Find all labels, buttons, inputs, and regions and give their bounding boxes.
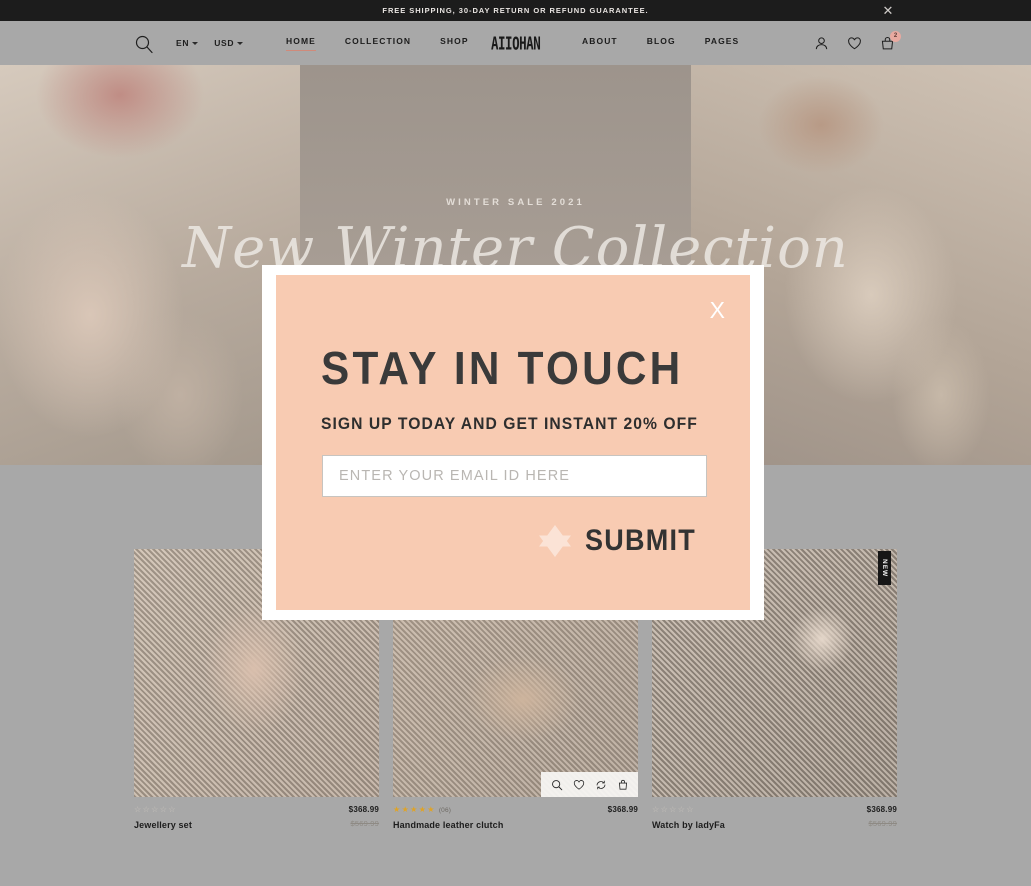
nav-item-home[interactable]: HOME — [286, 36, 316, 51]
star-icon: ★ — [427, 805, 435, 814]
rating-stars: ☆ ☆ ☆ ☆ ☆ — [652, 806, 897, 814]
product-info: ☆ ☆ ☆ ☆ ☆ Watch by ladyFa $368.99 $569.9… — [652, 797, 897, 837]
account-icon[interactable] — [811, 33, 831, 53]
product-title[interactable]: Watch by ladyFa — [652, 820, 897, 830]
star-icon: ☆ — [686, 805, 694, 814]
product-hover-actions — [541, 772, 638, 797]
site-logo-text: AIIOHAN — [490, 32, 541, 54]
nav-item-shop[interactable]: SHOP — [440, 36, 469, 50]
currency-selector[interactable]: USD — [214, 38, 244, 48]
star-icon: ☆ — [677, 805, 685, 814]
submit-button[interactable]: SUBMIT — [537, 523, 708, 559]
cart-bag-icon[interactable]: 2 — [877, 31, 901, 53]
add-to-cart-icon[interactable] — [616, 778, 629, 791]
star-icon: ☆ — [134, 805, 142, 814]
star-icon: ☆ — [669, 805, 677, 814]
language-selector-label: EN — [176, 38, 190, 48]
quick-view-icon[interactable] — [550, 778, 563, 791]
close-icon[interactable]: X — [710, 299, 725, 322]
locale-selectors: EN USD — [176, 21, 244, 65]
star-icon: ☆ — [151, 805, 159, 814]
primary-nav-right: ABOUT BLOG PAGES — [582, 21, 739, 65]
wishlist-heart-icon[interactable] — [844, 33, 864, 53]
rating-stars: ★ ★ ★ ★ ★ (06) — [393, 806, 638, 814]
product-price: $368.99 — [607, 805, 638, 814]
currency-selector-label: USD — [214, 38, 235, 48]
star-icon: ★ — [418, 805, 426, 814]
rating-stars: ☆ ☆ ☆ ☆ ☆ — [134, 806, 379, 814]
primary-nav-left: HOME COLLECTION SHOP — [286, 21, 469, 65]
wishlist-heart-icon[interactable] — [572, 778, 585, 791]
product-title[interactable]: Jewellery set — [134, 820, 379, 830]
newsletter-subtitle: SIGN UP TODAY AND GET INSTANT 20% OFF — [321, 415, 698, 433]
star-icon: ★ — [401, 805, 409, 814]
newsletter-modal: X STAY IN TOUCH SIGN UP TODAY AND GET IN… — [262, 265, 764, 620]
announcement-text: FREE SHIPPING, 30-DAY RETURN OR REFUND G… — [382, 6, 649, 15]
cart-count-badge: 2 — [890, 31, 901, 42]
nav-item-pages[interactable]: PAGES — [705, 36, 740, 50]
page-root: FREE SHIPPING, 30-DAY RETURN OR REFUND G… — [0, 0, 1031, 886]
newsletter-modal-panel: X STAY IN TOUCH SIGN UP TODAY AND GET IN… — [276, 275, 750, 610]
nav-item-collection[interactable]: COLLECTION — [345, 36, 411, 50]
newsletter-title: STAY IN TOUCH — [321, 342, 684, 394]
chevron-down-icon — [237, 41, 244, 45]
star-icon: ☆ — [159, 805, 167, 814]
nav-item-about[interactable]: ABOUT — [582, 36, 618, 50]
product-info: ★ ★ ★ ★ ★ (06) Handmade leather clutch $… — [393, 797, 638, 837]
review-count: (06) — [438, 806, 452, 814]
product-title[interactable]: Handmade leather clutch — [393, 820, 638, 830]
six-point-star-icon — [537, 523, 573, 559]
product-price: $368.99 — [348, 805, 379, 814]
star-icon: ☆ — [660, 805, 668, 814]
star-icon: ☆ — [142, 805, 150, 814]
language-selector[interactable]: EN — [176, 38, 199, 48]
product-old-price: $569.99 — [868, 819, 897, 828]
star-icon: ☆ — [652, 805, 660, 814]
compare-icon[interactable] — [594, 778, 607, 791]
site-header: EN USD HOME COLLECTION SHOP AIIOHAN ABOU… — [0, 21, 1031, 65]
product-price: $368.99 — [866, 805, 897, 814]
email-field[interactable] — [322, 455, 707, 497]
nav-item-blog[interactable]: BLOG — [647, 36, 676, 50]
announcement-close-icon[interactable]: ✕ — [880, 3, 896, 19]
chevron-down-icon — [192, 41, 199, 45]
product-info: ☆ ☆ ☆ ☆ ☆ Jewellery set $368.99 $569.99 — [134, 797, 379, 837]
star-icon: ★ — [410, 805, 418, 814]
star-icon: ☆ — [168, 805, 176, 814]
search-icon[interactable] — [134, 34, 154, 54]
star-icon: ★ — [393, 805, 401, 814]
product-old-price: $569.99 — [350, 819, 379, 828]
header-utility-icons: 2 — [811, 21, 901, 65]
submit-button-label: SUBMIT — [584, 524, 696, 557]
announcement-bar: FREE SHIPPING, 30-DAY RETURN OR REFUND G… — [0, 0, 1031, 21]
hero-kicker: WINTER SALE 2021 — [446, 197, 585, 208]
product-badge-new: NEW — [878, 551, 891, 586]
